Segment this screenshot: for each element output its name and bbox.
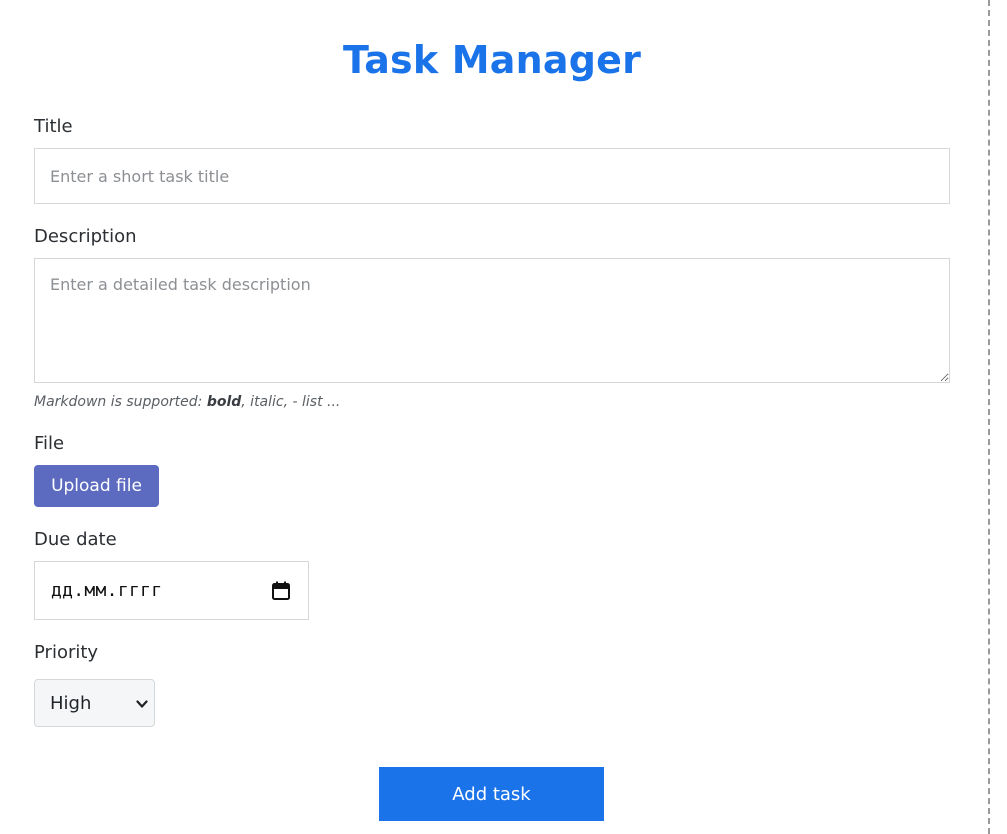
hint-bold: bold: [206, 394, 242, 410]
markdown-hint: Markdown is supported: bold, italic, - l…: [34, 394, 340, 410]
description-label: Description: [34, 226, 137, 247]
page-title: Task Manager: [342, 38, 642, 82]
hint-suffix: , italic, - list ...: [241, 394, 341, 410]
calendar-icon[interactable]: [272, 581, 290, 600]
hint-prefix: Markdown is supported:: [34, 394, 207, 410]
due-date-value: дд.мм.гггг: [51, 580, 163, 601]
file-label: File: [34, 433, 65, 454]
due-date-label: Due date: [34, 529, 117, 550]
title-label: Title: [34, 116, 73, 137]
title-input[interactable]: [34, 148, 950, 204]
due-date-input[interactable]: дд.мм.гггг: [34, 561, 309, 620]
priority-value: High: [50, 693, 92, 714]
priority-label: Priority: [34, 642, 99, 663]
priority-select[interactable]: High: [34, 679, 155, 727]
description-textarea[interactable]: [34, 258, 950, 383]
upload-file-button[interactable]: Upload file: [34, 465, 159, 507]
add-task-button[interactable]: Add task: [379, 767, 604, 821]
dashed-border: [988, 0, 990, 834]
chevron-down-icon: [136, 700, 148, 708]
